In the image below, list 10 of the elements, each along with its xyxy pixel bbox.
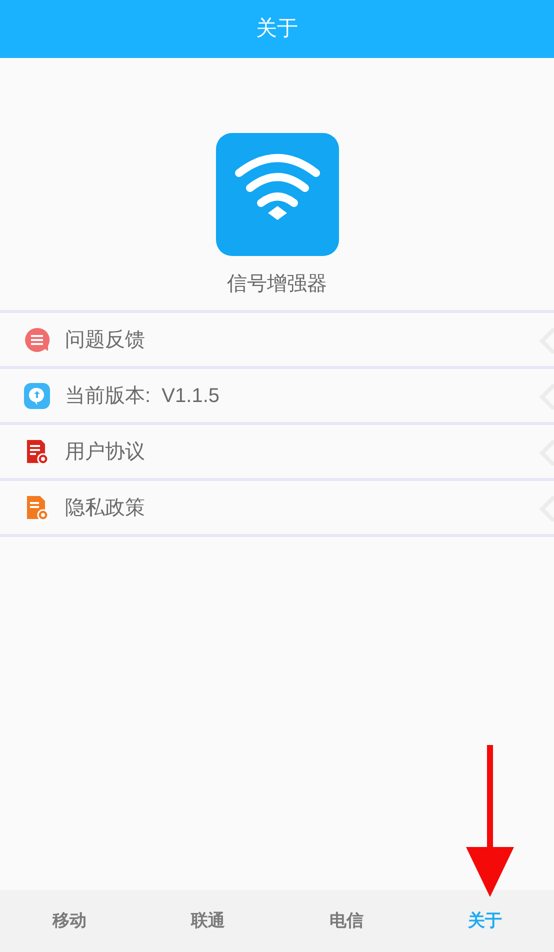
upload-icon [24,382,50,408]
arrow-icon [466,743,514,897]
tab[interactable]: 电信 [277,890,416,952]
chat-icon [24,326,50,352]
header-title: 关于 [256,16,298,42]
app-name: 信号增强器 [227,272,327,297]
tab[interactable]: 移动 [0,890,138,952]
document-icon [25,494,49,520]
document-icon [25,438,49,464]
tab[interactable]: 联通 [138,890,277,952]
